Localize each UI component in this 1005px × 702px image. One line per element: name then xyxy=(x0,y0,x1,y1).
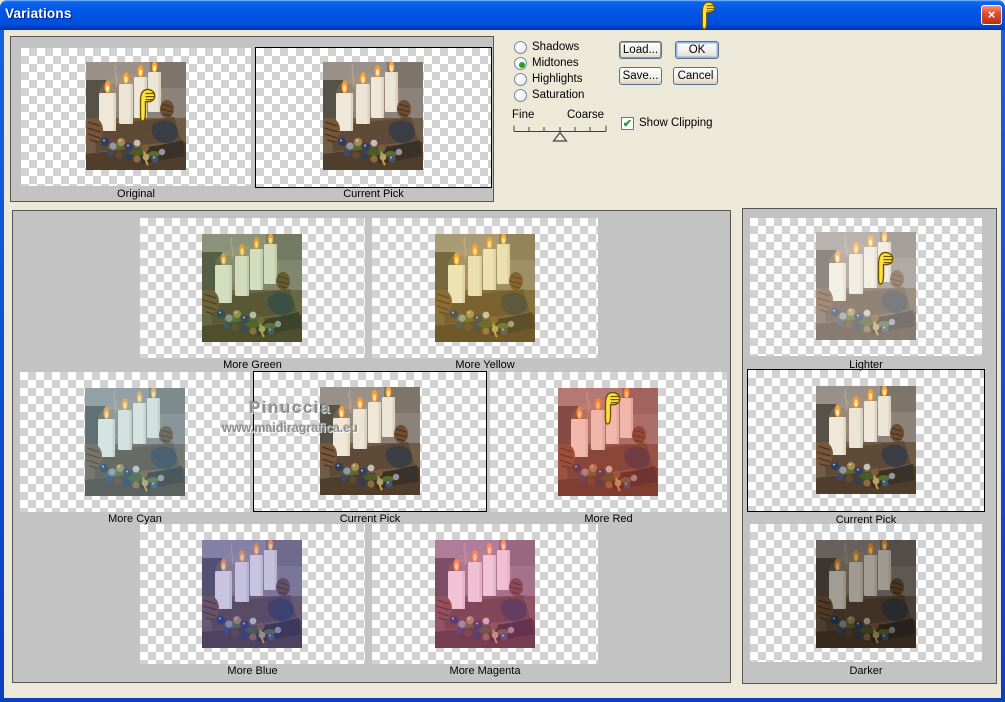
thumb-label-more-blue: More Blue xyxy=(227,665,278,677)
save-button[interactable]: Save... xyxy=(619,67,662,85)
slider-fine-label: Fine xyxy=(512,109,535,121)
candle-photo xyxy=(85,388,185,496)
variation-thumb-more-blue[interactable] xyxy=(202,540,302,648)
ok-button[interactable]: OK xyxy=(675,41,719,59)
load-button[interactable]: Load... xyxy=(619,41,662,59)
variation-thumb-more-green[interactable] xyxy=(202,234,302,342)
radio-label: Midtones xyxy=(532,57,579,69)
candle-photo xyxy=(323,62,423,170)
variation-thumb-darker[interactable] xyxy=(816,540,916,648)
thumb-label-current-pick-top: Current Pick xyxy=(343,188,404,200)
candle-photo xyxy=(816,540,916,648)
variation-thumb-original[interactable] xyxy=(86,62,186,170)
close-icon: × xyxy=(987,7,996,22)
cancel-button[interactable]: Cancel xyxy=(673,67,718,85)
variation-thumb-more-cyan[interactable] xyxy=(85,388,185,496)
variation-thumb-current-pick-main[interactable] xyxy=(320,387,420,495)
slider-thumb[interactable] xyxy=(552,131,568,142)
radio-shadows[interactable]: Shadows xyxy=(514,41,634,55)
candle-photo xyxy=(816,386,916,494)
radio-midtones[interactable]: Midtones xyxy=(514,57,634,71)
radio-label: Shadows xyxy=(532,41,580,53)
candle-photo xyxy=(202,234,302,342)
variation-thumb-more-yellow[interactable] xyxy=(435,234,535,342)
show-clipping-label: Show Clipping xyxy=(639,117,713,129)
thumb-label-more-yellow: More Yellow xyxy=(455,359,515,371)
radio-circle-icon xyxy=(514,73,527,86)
thumb-label-current-pick-right: Current Pick xyxy=(835,514,897,526)
thumb-label-more-magenta: More Magenta xyxy=(449,665,521,677)
radio-circle-icon xyxy=(514,89,527,102)
titlebar[interactable]: Variations xyxy=(0,0,1005,30)
fine-coarse-slider[interactable] xyxy=(512,122,608,142)
radio-selected-dot xyxy=(518,61,525,68)
thumb-label-original: Original xyxy=(117,188,155,200)
checkmark-icon: ✔ xyxy=(622,118,633,130)
thumb-label-lighter: Lighter xyxy=(849,359,883,371)
variation-thumb-current-pick-top[interactable] xyxy=(323,62,423,170)
slider-coarse-label: Coarse xyxy=(567,109,605,121)
variation-thumb-lighter[interactable] xyxy=(816,232,916,340)
thumb-label-more-red: More Red xyxy=(584,513,633,525)
thumb-label-darker: Darker xyxy=(849,665,883,677)
window-title: Variations xyxy=(5,6,72,21)
variation-thumb-current-pick-right[interactable] xyxy=(816,386,916,494)
radio-circle-icon xyxy=(514,41,527,54)
variation-thumb-more-magenta[interactable] xyxy=(435,540,535,648)
candle-photo xyxy=(435,540,535,648)
window-border-right xyxy=(1001,30,1005,699)
radio-label: Saturation xyxy=(532,89,585,101)
variation-thumb-more-red[interactable] xyxy=(558,388,658,496)
candle-photo xyxy=(558,388,658,496)
thumb-label-more-cyan: More Cyan xyxy=(108,513,162,525)
candle-photo xyxy=(86,62,186,170)
thumb-label-more-green: More Green xyxy=(223,359,282,371)
candle-photo xyxy=(320,387,420,495)
close-button[interactable]: × xyxy=(981,5,1002,25)
candle-photo xyxy=(435,234,535,342)
window-border-left xyxy=(0,30,4,699)
window-border-bottom xyxy=(0,698,1005,702)
show-clipping-checkbox[interactable]: ✔ xyxy=(621,117,634,130)
candle-photo xyxy=(202,540,302,648)
candle-photo xyxy=(816,232,916,340)
radio-circle-icon xyxy=(514,57,527,70)
thumb-label-current-pick-main: Current Pick xyxy=(339,513,401,525)
radio-saturation[interactable]: Saturation xyxy=(514,89,634,103)
radio-label: Highlights xyxy=(532,73,583,85)
radio-highlights[interactable]: Highlights xyxy=(514,73,634,87)
